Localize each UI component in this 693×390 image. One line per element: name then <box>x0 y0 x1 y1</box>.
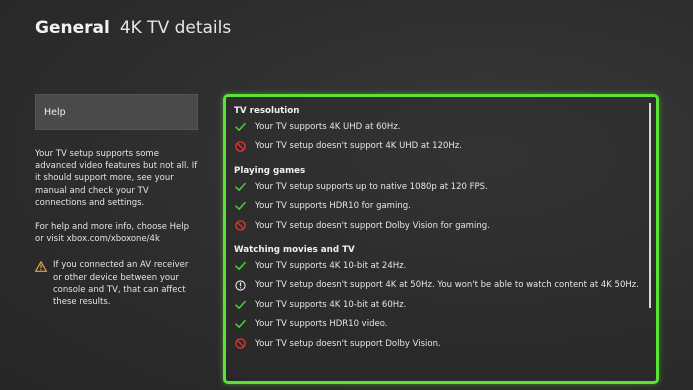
more-info-text: For help and more info, choose Help or v… <box>35 222 190 245</box>
result-text: Your TV supports HDR10 for gaming. <box>255 201 411 212</box>
result-text: Your TV supports 4K 10-bit at 60Hz. <box>255 299 407 310</box>
result-item: Your TV setup doesn't support Dolby Visi… <box>234 338 639 351</box>
blocked-icon <box>234 338 246 350</box>
check-icon <box>234 121 246 133</box>
result-text: Your TV supports 4K 10-bit at 24Hz. <box>255 260 407 271</box>
warning-text: If you connected an AV receiver or other… <box>53 260 189 308</box>
check-icon <box>234 181 246 193</box>
blocked-icon <box>234 140 246 152</box>
sidebar: Help Your TV setup supports some advance… <box>35 94 198 308</box>
result-text: Your TV setup doesn't support Dolby Visi… <box>255 220 490 231</box>
page-title: 4K TV details <box>119 18 232 38</box>
check-icon <box>234 200 246 212</box>
result-text: Your TV setup doesn't support 4K UHD at … <box>255 141 462 152</box>
result-item: Your TV supports 4K 10-bit at 60Hz. <box>234 299 639 312</box>
result-item: Your TV setup doesn't support 4K UHD at … <box>234 140 639 153</box>
check-icon <box>234 318 246 330</box>
category-title: Playing games <box>234 165 306 176</box>
blocked-icon <box>234 220 246 232</box>
check-icon <box>234 260 246 272</box>
result-item: Your TV supports HDR10 video. <box>234 318 639 331</box>
result-item: Your TV setup supports up to native 1080… <box>234 181 639 194</box>
help-button[interactable]: Help <box>35 94 198 130</box>
page-header: General 4K TV details <box>35 18 231 38</box>
help-button-label: Help <box>44 106 66 118</box>
result-text: Your TV setup doesn't support Dolby Visi… <box>255 338 441 349</box>
info-icon <box>234 279 246 291</box>
result-text: Your TV supports HDR10 video. <box>255 319 388 330</box>
result-item: Your TV supports 4K 10-bit at 24Hz. <box>234 260 639 273</box>
setup-description: Your TV setup supports some advanced vid… <box>35 149 198 208</box>
category-title: TV resolution <box>234 106 300 116</box>
result-item: Your TV supports 4K UHD at 60Hz. <box>234 121 639 134</box>
section-title: General <box>35 18 110 38</box>
result-text: Your TV supports 4K UHD at 60Hz. <box>255 122 401 132</box>
av-receiver-warning: If you connected an AV receiver or other… <box>35 259 198 308</box>
result-text: Your TV setup supports up to native 1080… <box>255 181 488 192</box>
result-item: Your TV supports HDR10 for gaming. <box>234 200 639 213</box>
scrollbar[interactable] <box>649 103 651 308</box>
results-list: TV resolution Your TV supports 4K UHD at … <box>234 106 639 357</box>
check-icon <box>234 299 246 311</box>
category-title: Watching movies and TV <box>234 244 355 255</box>
warning-icon <box>35 261 47 273</box>
result-item: Your TV setup doesn't support 4K at 50Hz… <box>234 279 639 292</box>
results-panel[interactable]: TV resolution Your TV supports 4K UHD at … <box>223 94 659 384</box>
result-text: Your TV setup doesn't support 4K at 50Hz… <box>255 280 639 291</box>
result-item: Your TV setup doesn't support Dolby Visi… <box>234 220 639 233</box>
